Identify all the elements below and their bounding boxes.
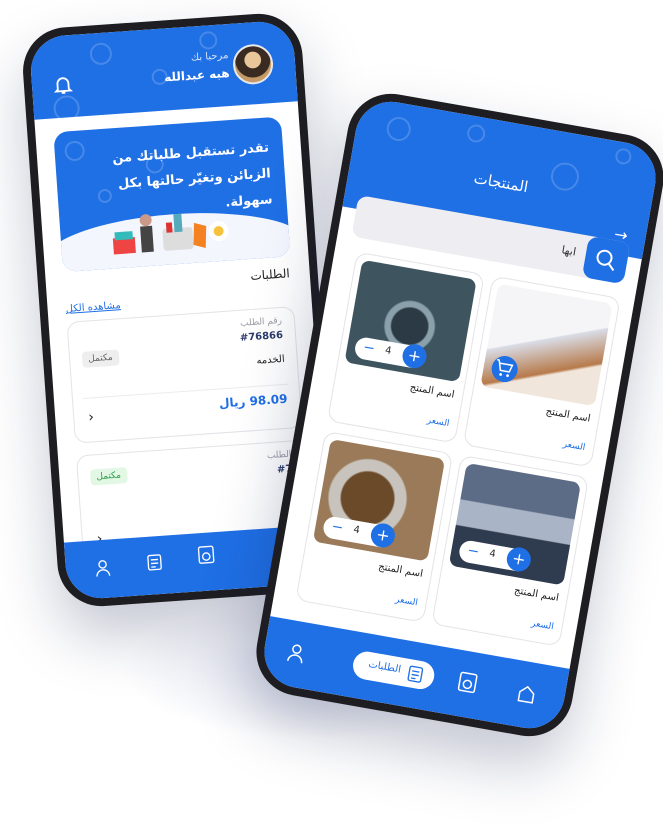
- chevron-left-icon[interactable]: ‹: [88, 409, 95, 425]
- product-name: اسم المنتج: [377, 561, 424, 580]
- orders-header: مرحبا بك هبه عبدالله: [28, 19, 298, 120]
- product-card[interactable]: − 4 + اسم المنتج السعر: [295, 430, 454, 623]
- orders-section-title: الطلبات: [249, 266, 291, 283]
- promo-banner: تقدر تستقبل طلباتك من الزبائن وتغيّر حال…: [53, 116, 291, 273]
- bell-icon[interactable]: [51, 73, 74, 96]
- product-image: − 4 +: [344, 259, 477, 383]
- orders-icon: [407, 665, 424, 683]
- view-all-link[interactable]: مشاهده الكل: [65, 300, 121, 315]
- quantity-value: 4: [384, 345, 393, 358]
- product-image: [480, 283, 613, 407]
- product-image: − 4 +: [448, 462, 582, 586]
- search-button[interactable]: [581, 235, 631, 285]
- product-name: اسم المنتج: [408, 381, 456, 401]
- nav-orders-active[interactable]: الطلبات: [350, 649, 437, 692]
- user-icon[interactable]: [285, 642, 308, 665]
- nav-orders-label: الطلبات: [367, 658, 402, 676]
- cart-button[interactable]: [489, 353, 520, 385]
- order-price: 98.09 ريال: [218, 391, 288, 411]
- minus-button[interactable]: −: [362, 339, 376, 357]
- product-name: اسم المنتج: [513, 585, 560, 604]
- user-icon[interactable]: [93, 557, 112, 578]
- plus-button[interactable]: +: [504, 545, 533, 574]
- order-number-label: رقم الطلب: [239, 315, 283, 329]
- quantity-stepper[interactable]: − 4 +: [457, 539, 533, 574]
- quantity-stepper[interactable]: − 4 +: [353, 335, 429, 371]
- product-price: السعر: [562, 439, 586, 454]
- product-card[interactable]: − 4 + اسم المنتج السعر: [431, 454, 590, 647]
- product-image: − 4 +: [312, 438, 446, 562]
- product-price: السعر: [426, 415, 451, 430]
- cart-icon: [497, 358, 514, 378]
- quantity-value: 4: [352, 524, 361, 537]
- status-badge: مكتمل: [81, 349, 120, 368]
- search-input[interactable]: ابها: [561, 243, 578, 258]
- product-card[interactable]: اسم المنتج السعر: [462, 275, 621, 468]
- washer-icon[interactable]: [196, 544, 215, 565]
- order-service: الخدمه: [256, 353, 286, 367]
- product-price: السعر: [394, 594, 419, 609]
- home-icon[interactable]: [515, 682, 538, 705]
- search-icon: [596, 249, 615, 272]
- products-screen: المنتجات → ابها − 4 + اسم المنتج السعر ا…: [258, 96, 662, 734]
- plus-button[interactable]: +: [369, 521, 397, 550]
- washer-icon[interactable]: [456, 670, 480, 695]
- order-card[interactable]: رقم الطلب #76866 الخدمه مكتمل 98.09 ريال…: [66, 306, 303, 444]
- laundry-illustration: [112, 213, 229, 255]
- product-name: اسم المنتج: [544, 405, 592, 425]
- quantity-stepper[interactable]: − 4 +: [321, 515, 397, 550]
- orders-icon[interactable]: [145, 552, 164, 573]
- quantity-value: 4: [488, 548, 497, 561]
- order-number: #76866: [239, 329, 284, 344]
- product-price: السعر: [530, 618, 555, 633]
- product-card[interactable]: − 4 + اسم المنتج السعر: [326, 251, 485, 444]
- minus-button[interactable]: −: [330, 519, 344, 537]
- status-badge: مكتمل: [89, 467, 128, 486]
- plus-button[interactable]: +: [400, 342, 429, 371]
- order-number-label: الطلب: [266, 449, 292, 462]
- minus-button[interactable]: −: [466, 542, 480, 560]
